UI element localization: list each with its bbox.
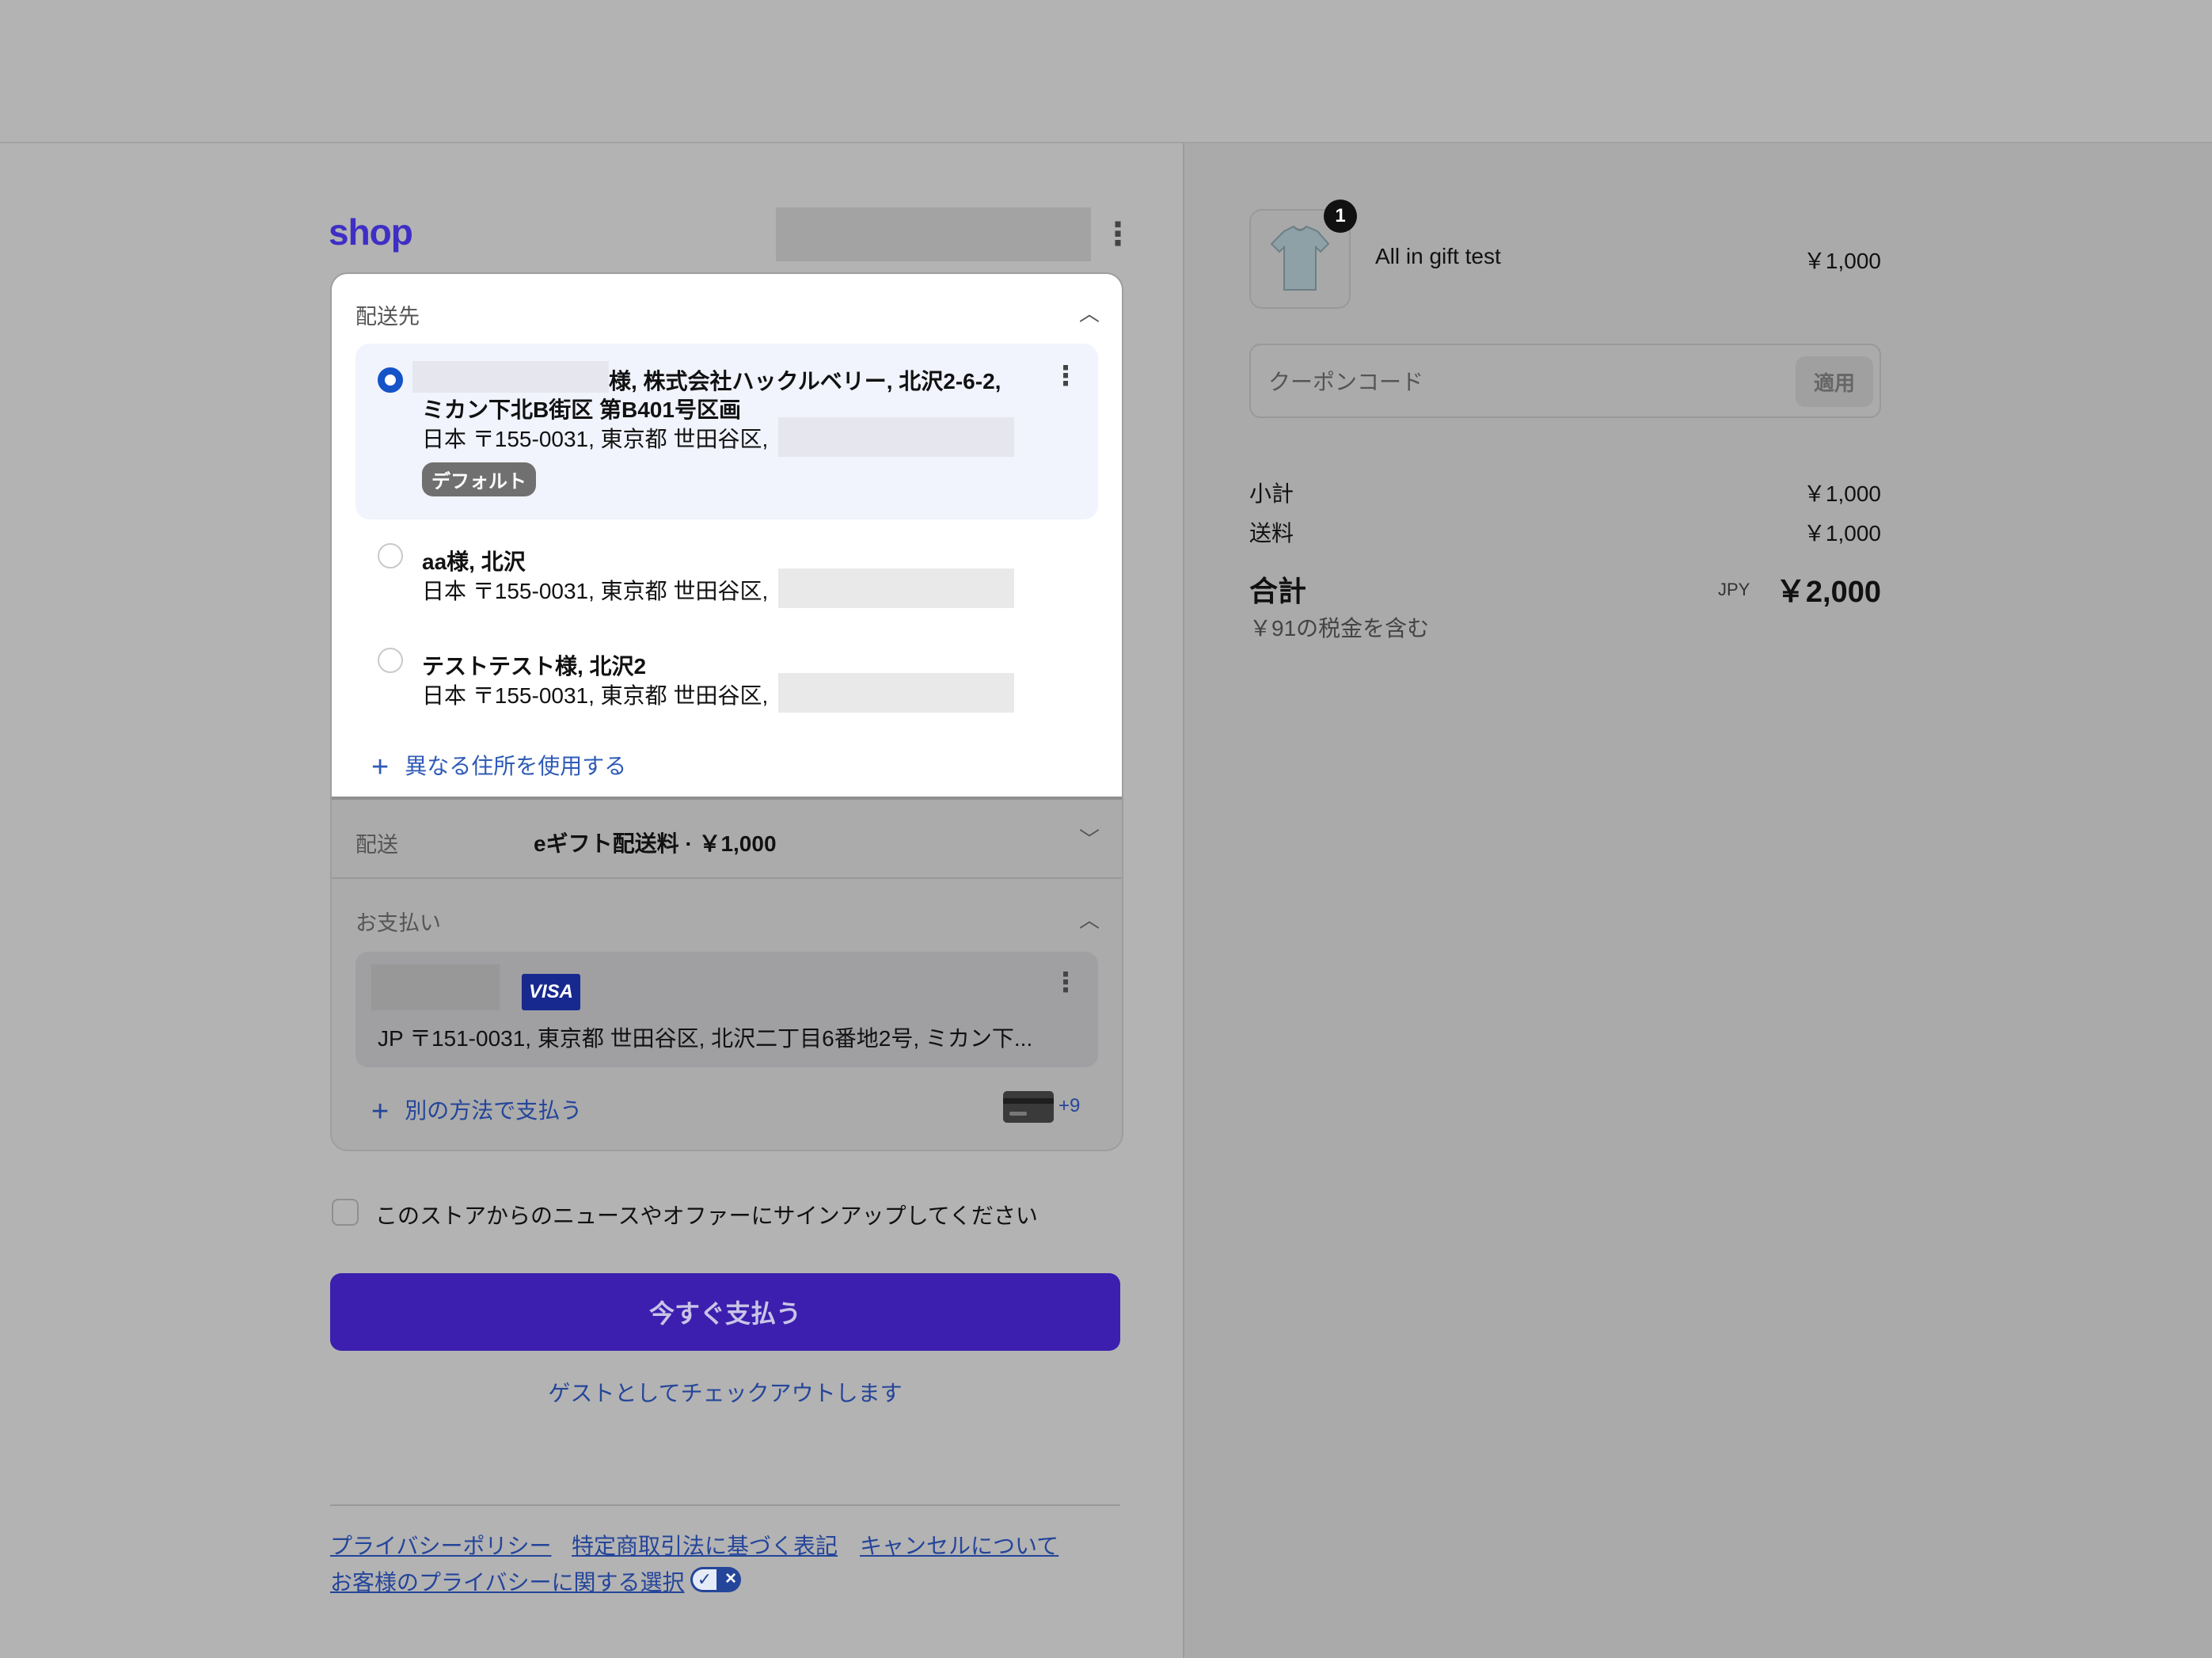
divider (332, 877, 1122, 879)
coupon-box: 適用 (1249, 344, 1881, 418)
add-new-address-label: 異なる住所を使用する (405, 754, 627, 778)
tax-note: ￥91の税金を含む (1249, 616, 1430, 641)
privacy-choices-icon[interactable]: ✓ × (690, 1567, 741, 1592)
check-icon: ✓ (693, 1569, 716, 1590)
shop-logo: shop (329, 211, 413, 253)
subtotal-value: ￥1,000 (1803, 481, 1881, 506)
newsletter-label[interactable]: このストアからのニュースやオファーにサインアップしてください (375, 1199, 1038, 1230)
pay-now-button[interactable]: 今すぐ支払う (330, 1273, 1120, 1351)
chevron-down-icon[interactable]: ﹀ (1079, 823, 1100, 853)
address-line-3: 日本 〒155-0031, 東京都 世田谷区, (422, 427, 769, 451)
delivery-method-value[interactable]: eギフト配送料 · ￥1,000 (534, 827, 777, 858)
recipient-name-redacted (412, 361, 609, 393)
alternative-payment-link[interactable]: + 別の方法で支払う (371, 1093, 582, 1129)
address-line-2: 日本 〒155-0031, 東京都 世田谷区, (422, 579, 769, 603)
card-menu-icon[interactable]: ⋮ (1052, 969, 1079, 996)
subtotal-label: 小計 (1249, 481, 1294, 506)
alternative-payment-label: 別の方法で支払う (405, 1098, 583, 1123)
currency-code: JPY (1718, 580, 1750, 599)
chevron-up-icon[interactable]: ︿ (1079, 298, 1100, 327)
address-line-2: 日本 〒155-0031, 東京都 世田谷区, (422, 683, 769, 708)
total-label: 合計 (1249, 575, 1307, 607)
privacy-policy-link[interactable]: プライバシーポリシー (330, 1529, 551, 1561)
plus-icon: + (371, 1095, 390, 1128)
default-badge: デフォルト (422, 462, 536, 496)
visa-icon: VISA (522, 974, 580, 1010)
checkout-card: 配送先 ︿ 様, 株式会社ハックルベリー, 北沢2-6-2, ミカン下北B街区 … (330, 272, 1123, 1151)
address-line-1: 様, 株式会社ハックルベリー, 北沢2-6-2, (609, 369, 1001, 394)
address-line-1: aa様, 北沢 (422, 549, 526, 574)
address-menu-icon[interactable]: ⋮ (1052, 363, 1079, 390)
more-payment-methods-count: +9 (1058, 1095, 1081, 1116)
shipping-cost-value: ￥1,000 (1803, 521, 1881, 546)
legal-notice-link[interactable]: 特定商取引法に基づく表記 (572, 1529, 838, 1561)
quantity-badge: 1 (1324, 200, 1357, 233)
cancellation-link[interactable]: キャンセルについて (860, 1529, 1058, 1561)
shipping-cost-label: 送料 (1249, 521, 1294, 546)
apply-coupon-button[interactable]: 適用 (1796, 356, 1873, 407)
close-icon: × (724, 1568, 736, 1589)
footer-divider (330, 1504, 1120, 1506)
account-menu-icon[interactable]: ⋮ (1102, 219, 1134, 250)
shipping-address-label: 配送先 (355, 305, 420, 329)
divider (332, 797, 1122, 800)
credit-card-icon (1003, 1091, 1054, 1123)
address-option[interactable]: aa様, 北沢 日本 〒155-0031, 東京都 世田谷区, (355, 535, 1098, 622)
address-line-1: テストテスト様, 北沢2 (422, 654, 647, 679)
address-radio[interactable] (378, 543, 403, 569)
payment-label: お支払い (355, 911, 441, 935)
coupon-input[interactable] (1267, 366, 1745, 399)
address-option-default[interactable]: 様, 株式会社ハックルベリー, 北沢2-6-2, ミカン下北B街区 第B401号… (355, 344, 1098, 519)
address-detail-redacted (778, 673, 1014, 713)
guest-checkout-link[interactable]: ゲストとしてチェックアウトします (0, 1376, 1450, 1408)
product-price: ￥1,000 (1803, 249, 1881, 273)
address-radio[interactable] (378, 648, 403, 673)
newsletter-checkbox[interactable] (332, 1199, 359, 1226)
address-radio-selected[interactable] (378, 367, 403, 393)
privacy-choices-link[interactable]: お客様のプライバシーに関する選択 (330, 1565, 684, 1597)
address-line-2: ミカン下北B街区 第B401号区画 (422, 397, 741, 422)
address-detail-redacted (778, 569, 1014, 608)
account-email-redacted (776, 207, 1091, 261)
add-new-address-link[interactable]: + 異なる住所を使用する (371, 749, 626, 785)
shipping-address-section: 配送先 ︿ 様, 株式会社ハックルベリー, 北沢2-6-2, ミカン下北B街区 … (332, 274, 1122, 797)
total-value: ￥2,000 (1775, 576, 1881, 609)
delivery-label: 配送 (355, 833, 398, 857)
product-name: All in gift test (1375, 244, 1501, 268)
chevron-up-icon[interactable]: ︿ (1079, 904, 1100, 934)
top-header-band (0, 0, 2212, 143)
saved-card-option[interactable]: VISA ⋮ JP 〒151-0031, 東京都 世田谷区, 北沢二丁目6番地2… (355, 952, 1098, 1067)
billing-address: JP 〒151-0031, 東京都 世田谷区, 北沢二丁目6番地2号, ミカン下… (378, 1026, 1033, 1051)
plus-icon: + (371, 751, 390, 784)
card-number-redacted (371, 964, 500, 1010)
address-option[interactable]: テストテスト様, 北沢2 日本 〒155-0031, 東京都 世田谷区, (355, 640, 1098, 727)
address-detail-redacted (778, 417, 1014, 457)
